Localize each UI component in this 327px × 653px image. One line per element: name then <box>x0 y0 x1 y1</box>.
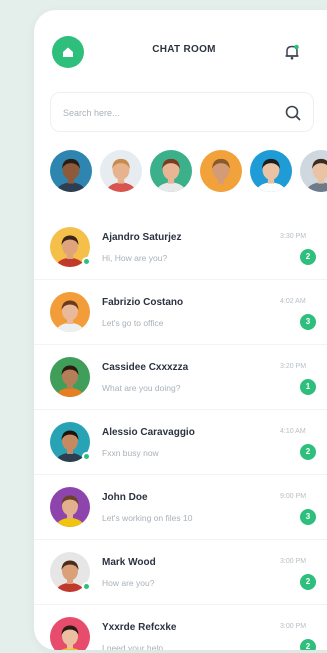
contact-name: John Doe <box>102 492 148 503</box>
avatar <box>50 552 91 592</box>
unread-count-badge: 3 <box>300 314 316 330</box>
contact-name: Alessio Caravaggio <box>102 427 195 438</box>
unread-count-badge: 2 <box>300 444 316 460</box>
message-time: 4:02 AM <box>280 298 306 305</box>
story-avatar[interactable] <box>200 150 242 192</box>
message-time: 3:00 PM <box>280 558 307 565</box>
message-time: 3:30 PM <box>280 233 307 240</box>
unread-count-badge: 3 <box>300 509 316 525</box>
avatar <box>50 357 90 397</box>
last-message: How are you? <box>102 578 155 588</box>
story-avatar[interactable] <box>150 150 192 192</box>
avatar <box>50 292 90 332</box>
avatar <box>50 422 91 462</box>
online-status-dot <box>82 257 91 266</box>
contact-name: Fabrizio Costano <box>102 297 184 308</box>
search-button[interactable] <box>283 103 303 123</box>
message-time: 3:00 PM <box>280 623 307 630</box>
notifications-button[interactable] <box>282 42 302 62</box>
story-avatar[interactable] <box>250 150 292 192</box>
chat-list-item[interactable]: John Doe Let's working on files 10 9:00 PM… <box>34 475 327 540</box>
chat-list-item[interactable]: Mark Wood How are you? 3:00 PM 2 <box>34 540 327 605</box>
chat-list-item[interactable]: Fabrizio Costano Let's go to office 4:02 A… <box>34 280 327 345</box>
last-message: Let's working on files 10 <box>102 513 193 523</box>
last-message: Hi, How are you? <box>102 253 168 263</box>
contact-name: Cassidee Cxxxzza <box>102 362 189 373</box>
avatar <box>50 487 90 527</box>
message-time: 9:00 PM <box>280 493 307 500</box>
last-message: Fxxn busy now <box>102 448 159 458</box>
unread-count-badge: 1 <box>300 379 316 395</box>
online-status-dot <box>82 582 91 591</box>
header: CHAT ROOM <box>34 32 327 72</box>
contact-name: Mark Wood <box>102 557 156 568</box>
online-status-dot <box>82 452 91 461</box>
story-avatar[interactable] <box>300 150 327 192</box>
chat-list-item[interactable]: Ajandro Saturjez Hi, How are you? 3:30 PM 2 <box>34 215 327 280</box>
message-time: 3:20 PM <box>280 363 307 370</box>
chat-list-item[interactable]: Yxxrde Refcxke I need your help 3:00 PM 2 <box>34 605 327 650</box>
story-avatar[interactable] <box>50 150 92 192</box>
search-icon <box>285 105 301 121</box>
last-message: Let's go to office <box>102 318 164 328</box>
unread-count-badge: 2 <box>300 639 316 650</box>
unread-count-badge: 2 <box>300 574 316 590</box>
search-bar <box>50 92 314 133</box>
contact-name: Ajandro Saturjez <box>102 232 182 243</box>
story-avatar[interactable] <box>100 150 142 192</box>
avatar <box>50 227 91 267</box>
chat-list-item[interactable]: Alessio Caravaggio Fxxn busy now 4:10 AM 2 <box>34 410 327 475</box>
chat-list-item[interactable]: Cassidee Cxxxzza What are you doing? 3:20 … <box>34 345 327 410</box>
chat-room-screen: CHAT ROOM Ajandro Saturjez Hi, How are yo… <box>34 10 327 650</box>
last-message: I need your help <box>102 643 163 650</box>
avatar <box>50 617 90 650</box>
search-input[interactable] <box>63 93 263 133</box>
bell-icon <box>285 44 299 60</box>
contact-name: Yxxrde Refcxke <box>102 622 177 633</box>
stories-strip <box>50 150 327 194</box>
unread-count-badge: 2 <box>300 249 316 265</box>
message-time: 4:10 AM <box>280 428 306 435</box>
last-message: What are you doing? <box>102 383 181 393</box>
